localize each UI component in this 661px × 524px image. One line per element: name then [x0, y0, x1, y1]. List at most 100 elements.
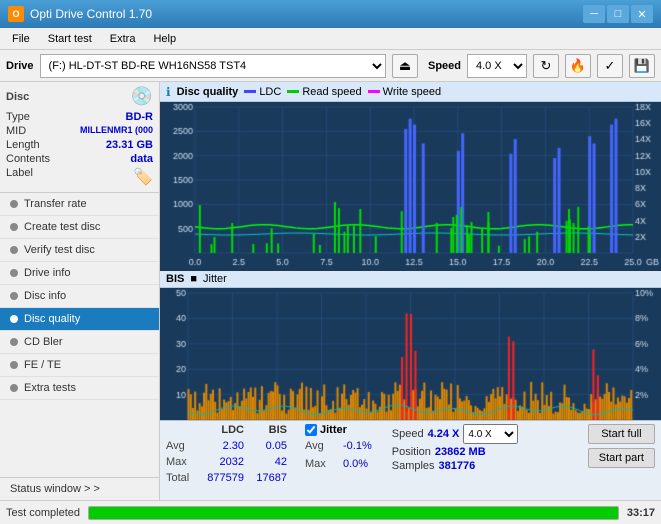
disc-length-key: Length	[6, 139, 40, 151]
stat-total-label: Total	[166, 470, 196, 486]
stat-table: LDC BIS Avg 2.30 0.05 Max 2032 42 Total …	[166, 424, 287, 486]
position-row: Position 23862 MB	[392, 446, 519, 458]
stat-row-avg: Avg 2.30 0.05	[166, 438, 287, 454]
progress-bar-container	[88, 506, 619, 520]
nav-dot	[10, 361, 18, 369]
nav-drive-info[interactable]: Drive info	[0, 262, 159, 285]
nav-fe-te-label: FE / TE	[24, 359, 61, 371]
stat-total-bis: 17687	[252, 470, 287, 486]
jitter-max-val: 0.0%	[343, 456, 368, 472]
menu-help[interactable]: Help	[145, 31, 184, 47]
sidebar: Disc 💿 Type BD-R MID MILLENMR1 (000 Leng…	[0, 82, 160, 500]
nav-cd-bler-label: CD Bler	[24, 336, 63, 348]
button-section: Start full Start part	[588, 424, 655, 468]
charts-area: BIS ■ Jitter	[160, 102, 661, 420]
start-part-button[interactable]: Start part	[588, 448, 655, 468]
legend-ldc-label: LDC	[259, 86, 281, 98]
stat-avg-label: Avg	[166, 438, 196, 454]
nav-disc-quality-label: Disc quality	[24, 313, 80, 325]
stat-total-ldc: 877579	[204, 470, 244, 486]
drive-select[interactable]: (F:) HL-DT-ST BD-RE WH16NS58 TST4	[40, 54, 386, 78]
col-header-ldc: LDC	[204, 424, 244, 436]
maximize-button[interactable]: □	[607, 5, 629, 23]
nav-transfer-rate[interactable]: Transfer rate	[0, 193, 159, 216]
refresh-button[interactable]: ↻	[533, 54, 559, 78]
disc-quality-title: Disc quality	[177, 86, 239, 98]
bis-header: BIS ■ Jitter	[160, 271, 661, 288]
progress-bar-fill	[89, 507, 618, 519]
jitter-checkbox[interactable]	[305, 424, 317, 436]
position-val: 23862 MB	[435, 446, 486, 458]
menu-start-test[interactable]: Start test	[40, 31, 100, 47]
bis-label: BIS	[166, 273, 184, 285]
nav-dot	[10, 246, 18, 254]
drive-label: Drive	[6, 60, 34, 72]
nav-extra-tests[interactable]: Extra tests	[0, 377, 159, 400]
menu-extra[interactable]: Extra	[102, 31, 144, 47]
samples-row: Samples 381776	[392, 460, 519, 472]
nav-dot	[10, 338, 18, 346]
samples-key: Samples	[392, 460, 435, 472]
speed-key: Speed	[392, 428, 424, 440]
burn-button[interactable]: 🔥	[565, 54, 591, 78]
menu-file[interactable]: File	[4, 31, 38, 47]
titlebar: O Opti Drive Control 1.70 ─ □ ✕	[0, 0, 661, 28]
disc-length-val: 23.31 GB	[106, 139, 153, 151]
status-window-label: Status window > >	[10, 483, 100, 495]
col-header-bis: BIS	[252, 424, 287, 436]
stat-max-ldc: 2032	[204, 454, 244, 470]
nav-disc-quality[interactable]: Disc quality	[0, 308, 159, 331]
minimize-button[interactable]: ─	[583, 5, 605, 23]
upper-chart-canvas	[160, 102, 661, 271]
disc-type-key: Type	[6, 111, 30, 123]
main-layout: Disc 💿 Type BD-R MID MILLENMR1 (000 Leng…	[0, 82, 661, 500]
stat-max-label: Max	[166, 454, 196, 470]
speed-select[interactable]: 4.0 X	[467, 54, 527, 78]
save-button[interactable]: 💾	[629, 54, 655, 78]
content-area: ℹ Disc quality LDC Read speed Write spee…	[160, 82, 661, 500]
legend-ldc: LDC	[244, 86, 281, 98]
disc-type-val: BD-R	[126, 111, 154, 123]
speed-row: Speed 4.24 X 4.0 X	[392, 424, 519, 444]
jitter-max-label: Max	[305, 456, 335, 472]
col-headers: LDC BIS	[166, 424, 287, 436]
legend-write-speed-label: Write speed	[383, 86, 442, 98]
disc-quality-icon: ℹ	[166, 85, 171, 99]
nav-dot	[10, 384, 18, 392]
nav-drive-info-label: Drive info	[24, 267, 70, 279]
stat-avg-ldc: 2.30	[204, 438, 244, 454]
jitter-section: Jitter Avg -0.1% Max 0.0%	[305, 424, 372, 472]
verify-button[interactable]: ✓	[597, 54, 623, 78]
status-time: 33:17	[627, 507, 655, 519]
sidebar-nav: Transfer rate Create test disc Verify te…	[0, 193, 159, 477]
nav-disc-info[interactable]: Disc info	[0, 285, 159, 308]
disc-info-panel: Disc 💿 Type BD-R MID MILLENMR1 (000 Leng…	[0, 82, 159, 193]
disc-label-key: Label	[6, 167, 33, 187]
jitter-section-label: Jitter	[320, 424, 347, 436]
start-full-button[interactable]: Start full	[588, 424, 655, 444]
legend-write-speed-color	[368, 90, 380, 93]
nav-fe-te[interactable]: FE / TE	[0, 354, 159, 377]
nav-transfer-rate-label: Transfer rate	[24, 198, 87, 210]
stats-section: LDC BIS Avg 2.30 0.05 Max 2032 42 Total …	[160, 420, 661, 500]
jitter-avg-label: Avg	[305, 438, 335, 454]
menubar: File Start test Extra Help	[0, 28, 661, 50]
jitter-label-text: Jitter	[203, 273, 227, 285]
jitter-max-row: Max 0.0%	[305, 456, 372, 472]
disc-icon: 💿	[131, 86, 153, 107]
jitter-avg-val: -0.1%	[343, 438, 372, 454]
status-window-button[interactable]: Status window > >	[0, 477, 159, 500]
nav-create-test-disc-label: Create test disc	[24, 221, 100, 233]
stat-row-total: Total 877579 17687	[166, 470, 287, 486]
disc-section-title: Disc	[6, 91, 29, 103]
nav-cd-bler[interactable]: CD Bler	[0, 331, 159, 354]
legend-write-speed: Write speed	[368, 86, 442, 98]
close-button[interactable]: ✕	[631, 5, 653, 23]
nav-create-test-disc[interactable]: Create test disc	[0, 216, 159, 239]
speed-limit-select[interactable]: 4.0 X	[463, 424, 518, 444]
eject-button[interactable]: ⏏	[392, 54, 418, 78]
jitter-header: Jitter	[305, 424, 372, 436]
window-controls[interactable]: ─ □ ✕	[583, 5, 653, 23]
nav-dot	[10, 315, 18, 323]
nav-verify-test-disc[interactable]: Verify test disc	[0, 239, 159, 262]
